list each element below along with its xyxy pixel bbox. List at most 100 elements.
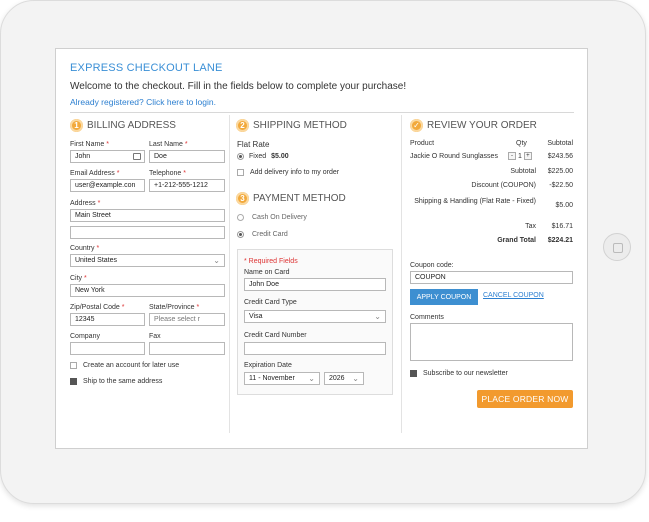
first-name-field[interactable]: John <box>70 150 145 163</box>
comments-label: Comments <box>410 314 444 321</box>
login-link[interactable]: Already registered? Click here to login. <box>70 97 216 107</box>
item-name: Jackie O Round Sunglasses <box>410 153 498 160</box>
email-field[interactable]: user@example.con <box>70 179 145 192</box>
tax-label: Tax <box>525 223 536 230</box>
city-label: City * <box>70 275 87 282</box>
coupon-label: Coupon code: <box>410 262 454 269</box>
exp-month-select[interactable]: 11 - November ⌄ <box>244 372 320 385</box>
apply-coupon-button[interactable]: APPLY COUPON <box>410 289 478 305</box>
credit-card-panel: * Required Fields Name on Card John Doe … <box>237 249 393 395</box>
chevron-down-icon: ⌄ <box>213 256 220 265</box>
last-name-label: Last Name * <box>149 141 188 148</box>
card-number-label: Credit Card Number <box>244 332 307 339</box>
credit-card-radio[interactable] <box>237 231 244 238</box>
home-button-icon <box>603 233 631 261</box>
item-subtotal: $243.56 <box>547 153 573 160</box>
chevron-down-icon: ⌄ <box>374 312 381 321</box>
state-label: State/Province * <box>149 304 200 311</box>
fixed-rate-option[interactable]: Fixed $5.00 <box>237 153 289 160</box>
exp-year-select[interactable]: 2026 ⌄ <box>324 372 364 385</box>
step-2-badge: 2 <box>236 119 249 132</box>
newsletter-option[interactable]: Subscribe to our newsletter <box>410 370 508 377</box>
delivery-info-label: Add delivery info to my order <box>250 169 340 176</box>
address-label: Address * <box>70 200 101 207</box>
place-order-button[interactable]: PLACE ORDER NOW <box>477 390 573 408</box>
delivery-info-checkbox[interactable] <box>237 169 244 176</box>
welcome-text: Welcome to the checkout. Fill in the fie… <box>70 81 407 92</box>
card-type-label: Credit Card Type <box>244 299 297 306</box>
item-qty: 1 <box>518 152 522 160</box>
page-title: EXPRESS CHECKOUT LANE <box>70 62 223 74</box>
address-line1-field[interactable]: Main Street <box>70 209 225 222</box>
tax-value: $16.71 <box>551 223 573 230</box>
discount-value: -$22.50 <box>549 182 573 189</box>
card-type-select[interactable]: Visa ⌄ <box>244 310 386 323</box>
fax-field[interactable] <box>149 342 225 355</box>
address-line2-field[interactable] <box>70 226 225 239</box>
first-name-label: First Name * <box>70 141 109 148</box>
col-product-header: Product <box>410 140 435 147</box>
telephone-field[interactable]: +1-212-555-1212 <box>149 179 225 192</box>
cod-option[interactable]: Cash On Delivery <box>237 214 307 221</box>
header-divider <box>70 112 574 113</box>
grand-total-label: Grand Total <box>497 237 536 244</box>
zip-label: Zip/Postal Code * <box>70 304 125 311</box>
company-field[interactable] <box>70 342 145 355</box>
city-field[interactable]: New York <box>70 284 225 297</box>
chevron-down-icon: ⌄ <box>352 374 359 383</box>
create-account-label: Create an account for later use <box>83 362 180 369</box>
state-select[interactable]: Please select r <box>149 313 225 326</box>
ship-same-label: Ship to the same address <box>83 378 163 385</box>
payment-section-title: 3 PAYMENT METHOD <box>236 192 346 205</box>
email-label: Email Address * <box>70 170 120 177</box>
step-3-badge: 3 <box>236 192 249 205</box>
col-qty-header: Qty <box>516 140 527 147</box>
qty-stepper[interactable]: - 1 + <box>508 152 532 160</box>
card-number-field[interactable] <box>244 342 386 355</box>
credit-card-option[interactable]: Credit Card <box>237 231 288 238</box>
cancel-coupon-link[interactable]: CANCEL COUPON <box>483 292 544 299</box>
newsletter-label: Subscribe to our newsletter <box>423 370 508 377</box>
billing-section-title: 1 BILLING ADDRESS <box>70 119 176 132</box>
subtotal-value: $225.00 <box>547 168 573 175</box>
expiration-label: Expiration Date <box>244 362 292 369</box>
name-on-card-field[interactable]: John Doe <box>244 278 386 291</box>
subtotal-label: Subtotal <box>510 168 536 175</box>
fixed-rate-price: $5.00 <box>271 153 289 160</box>
qty-minus-button[interactable]: - <box>508 152 516 160</box>
required-fields-note: * Required Fields <box>244 258 298 265</box>
name-on-card-label: Name on Card <box>244 269 290 276</box>
comments-textarea[interactable] <box>410 323 573 361</box>
newsletter-checkbox[interactable] <box>410 370 417 377</box>
payment-title-text: PAYMENT METHOD <box>253 193 346 204</box>
contact-card-icon[interactable] <box>133 153 141 160</box>
ship-same-checkbox[interactable] <box>70 378 77 385</box>
grand-total-value: $224.21 <box>547 237 573 244</box>
review-title-text: REVIEW YOUR ORDER <box>427 120 537 131</box>
country-select[interactable]: United States ⌄ <box>70 254 225 267</box>
fixed-rate-radio[interactable] <box>237 153 244 160</box>
zip-field[interactable]: 12345 <box>70 313 145 326</box>
create-account-checkbox[interactable] <box>70 362 77 369</box>
fixed-rate-label: Fixed <box>249 153 267 160</box>
review-section-title: ✓ REVIEW YOUR ORDER <box>410 119 537 132</box>
shipping-value: $5.00 <box>555 202 573 209</box>
checkout-screen: EXPRESS CHECKOUT LANE Welcome to the che… <box>55 48 588 449</box>
coupon-field[interactable]: COUPON <box>410 271 573 284</box>
create-account-option[interactable]: Create an account for later use <box>70 362 179 369</box>
shipping-label: Shipping & Handling (Flat Rate - Fixed) <box>414 198 536 205</box>
col-subtotal-header: Subtotal <box>547 140 573 147</box>
ship-same-option[interactable]: Ship to the same address <box>70 378 162 385</box>
credit-card-label: Credit Card <box>252 231 288 238</box>
chevron-down-icon: ⌄ <box>308 374 315 383</box>
cod-radio[interactable] <box>237 214 244 221</box>
flat-rate-label: Flat Rate <box>237 140 270 149</box>
country-label: Country * <box>70 245 100 252</box>
shipping-title-text: SHIPPING METHOD <box>253 120 347 131</box>
delivery-info-option[interactable]: Add delivery info to my order <box>237 169 339 176</box>
company-label: Company <box>70 333 100 340</box>
last-name-field[interactable]: Doe <box>149 150 225 163</box>
column-divider <box>401 115 402 433</box>
qty-plus-button[interactable]: + <box>523 152 532 160</box>
step-1-badge: 1 <box>70 119 83 132</box>
